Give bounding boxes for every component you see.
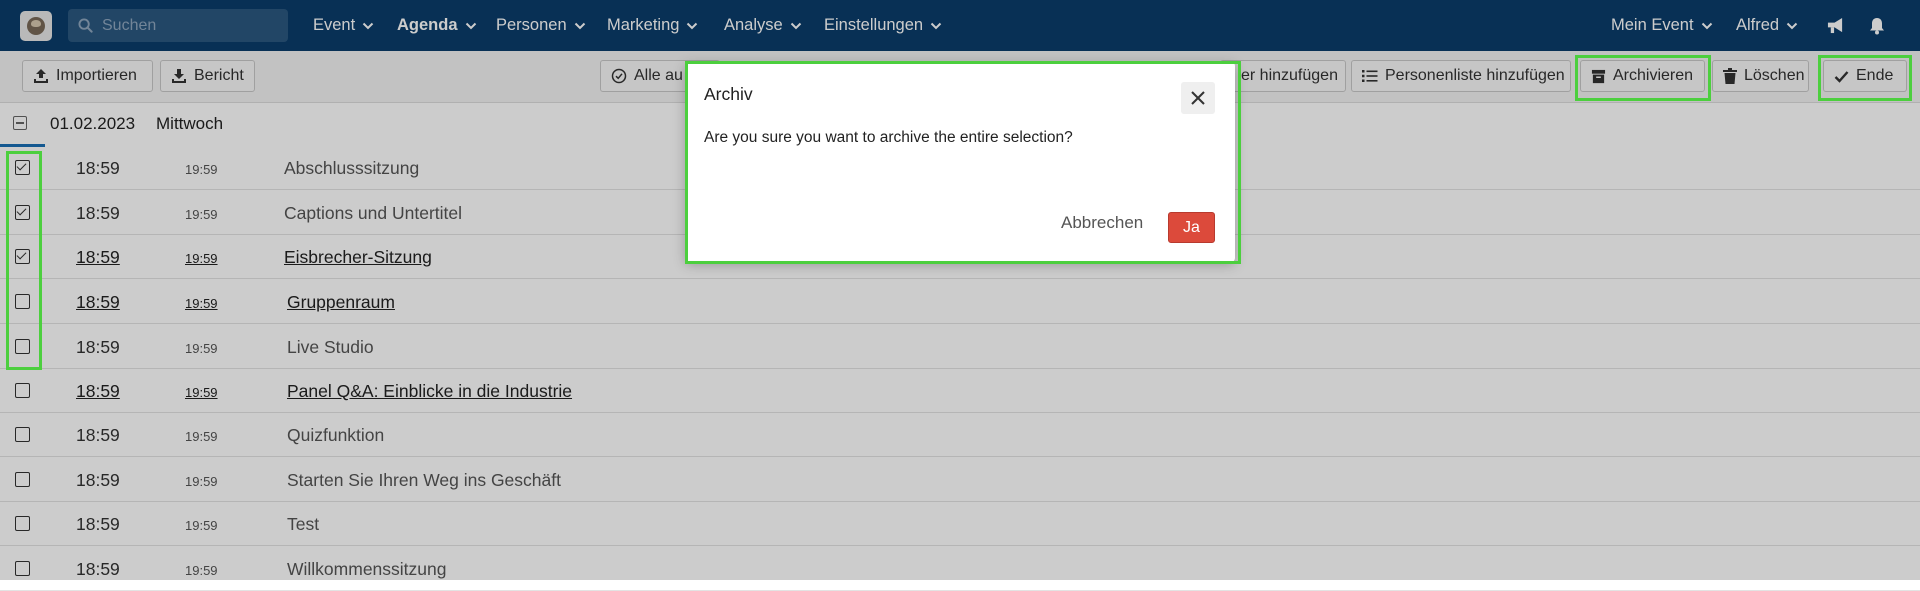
- dialog-title: Archiv: [704, 84, 753, 104]
- confirm-button[interactable]: Ja: [1168, 212, 1215, 243]
- archive-dialog: Archiv Are you sure you want to archive …: [685, 62, 1235, 262]
- dialog-message: Are you sure you want to archive the ent…: [704, 129, 1073, 146]
- dialog-close-button[interactable]: [1181, 82, 1215, 114]
- close-icon: [1191, 91, 1205, 105]
- cancel-button[interactable]: Abbrechen: [1061, 213, 1143, 233]
